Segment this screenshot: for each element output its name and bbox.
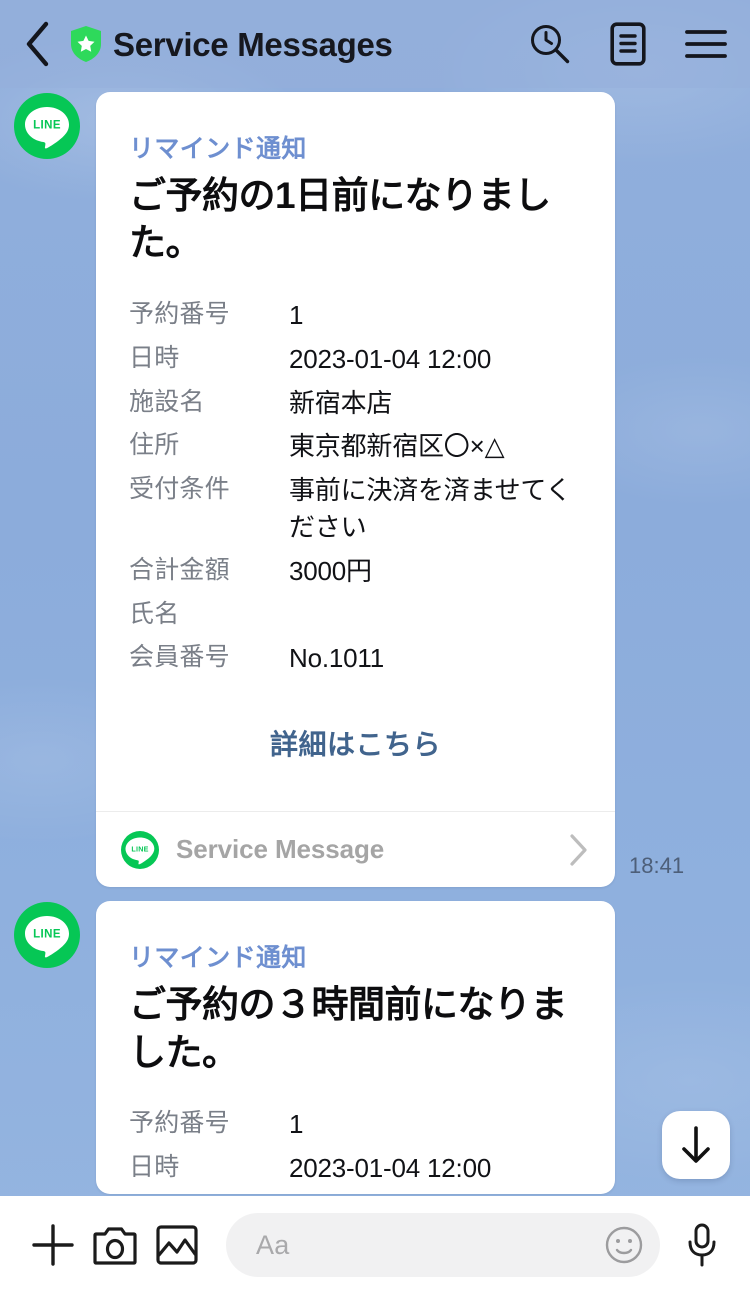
message-input-placeholder: Aa	[256, 1229, 290, 1260]
details-link[interactable]: 詳細はこちら	[270, 729, 441, 760]
gallery-button[interactable]	[146, 1214, 208, 1276]
chevron-left-icon	[26, 21, 49, 67]
search-clock-icon	[531, 25, 570, 64]
detail-label: 予約番号	[129, 1109, 230, 1138]
page-title: Service Messages	[113, 25, 393, 63]
message-composer-toolbar: Aa	[0, 1196, 750, 1294]
card-footer-label: Service Message	[176, 834, 385, 865]
note-list-icon	[610, 22, 646, 66]
detail-value: 事前に決済を済ませてください	[289, 475, 572, 543]
microphone-icon	[688, 1223, 716, 1267]
detail-label: 日時	[129, 343, 180, 372]
detail-row: 施設名 新宿本店	[129, 385, 582, 422]
card-body: リマインド通知 ご予約の1日前になりました。 予約番号 1 日時 2023-01…	[96, 92, 615, 811]
add-attachment-button[interactable]	[22, 1214, 84, 1276]
detail-row: 合計金額 3000円	[129, 553, 582, 590]
detail-label: 日時	[129, 1153, 180, 1182]
svg-text:LINE: LINE	[33, 929, 61, 941]
avatar[interactable]: LINE	[14, 902, 80, 969]
message-input[interactable]: Aa	[226, 1213, 660, 1277]
shield-star-icon	[68, 24, 104, 64]
detail-row: 受付条件 事前に決済を済ませてください	[129, 472, 582, 546]
card-headline: ご予約の1日前になりました。	[129, 175, 551, 264]
svg-text:LINE: LINE	[33, 120, 61, 132]
detail-label: 氏名	[129, 600, 180, 629]
plus-icon	[32, 1224, 74, 1266]
arrow-down-icon	[682, 1126, 710, 1163]
camera-button[interactable]	[84, 1214, 146, 1276]
chat-message-list[interactable]: LINE リマインド通知 ご予約の1日前になりました。 予約番号 1 日時 20…	[0, 88, 750, 1196]
detail-value: 東京都新宿区〇×△	[289, 431, 505, 462]
message-bubble-wrap: リマインド通知 ご予約の1日前になりました。 予約番号 1 日時 2023-01…	[80, 92, 685, 888]
chat-message: LINE リマインド通知 ご予約の３時間前になりました。 予約番号 1 日時 2…	[0, 901, 750, 1194]
app-header: Service Messages	[0, 0, 750, 88]
detail-value: 2023-01-04 12:00	[289, 1153, 492, 1184]
search-button[interactable]	[528, 21, 572, 67]
detail-value: 1	[289, 1109, 304, 1140]
card-kicker: リマインド通知	[129, 135, 307, 163]
card-cta-wrap: 詳細はこちら	[129, 683, 582, 811]
voice-message-button[interactable]	[674, 1214, 730, 1276]
card-kicker: リマインド通知	[129, 944, 307, 973]
emoji-button[interactable]	[602, 1223, 646, 1267]
card-footer[interactable]: LINE Service Message	[96, 811, 615, 887]
chevron-right-glyph	[570, 834, 587, 866]
avatar[interactable]: LINE	[14, 93, 80, 159]
notes-button[interactable]	[606, 21, 650, 67]
detail-row: 予約番号 1	[129, 1106, 582, 1143]
detail-value: 2023-01-04 12:00	[289, 343, 492, 374]
card-headline: ご予約の３時間前になりました。	[129, 984, 568, 1073]
detail-label: 合計金額	[129, 556, 230, 585]
detail-value: 新宿本店	[289, 387, 393, 418]
detail-value: No.1011	[289, 642, 384, 673]
detail-row: 日時 2023-01-04 12:00	[129, 1150, 582, 1187]
svg-text:LINE: LINE	[131, 845, 148, 854]
detail-label: 受付条件	[129, 475, 230, 504]
detail-row: 住所 東京都新宿区〇×△	[129, 428, 582, 465]
reservation-details: 予約番号 1 日時 2023-01-04 12:00	[129, 1106, 582, 1187]
message-timestamp: 18:41	[629, 853, 685, 879]
menu-button[interactable]	[684, 21, 728, 67]
line-logo-icon: LINE	[25, 916, 69, 958]
detail-row: 会員番号 No.1011	[129, 640, 582, 677]
header-actions	[528, 21, 728, 67]
reservation-details: 予約番号 1 日時 2023-01-04 12:00 施設名 新宿本店 住所 東…	[129, 297, 582, 677]
image-icon	[156, 1225, 198, 1265]
chevron-right-icon[interactable]	[567, 833, 593, 867]
shield-star-glyph	[71, 26, 101, 62]
line-logo-icon: LINE	[25, 107, 69, 149]
detail-value: 1	[289, 299, 304, 330]
message-bubble-wrap: リマインド通知 ご予約の３時間前になりました。 予約番号 1 日時 2023-0…	[80, 901, 615, 1194]
chat-message: LINE リマインド通知 ご予約の1日前になりました。 予約番号 1 日時 20…	[0, 92, 750, 888]
detail-label: 住所	[129, 431, 180, 460]
detail-row: 日時 2023-01-04 12:00	[129, 341, 582, 378]
back-button[interactable]	[24, 19, 68, 69]
detail-row: 氏名	[129, 597, 582, 633]
line-logo-small-icon: LINE	[121, 830, 159, 869]
detail-row: 予約番号 1	[129, 297, 582, 334]
scroll-to-bottom-button[interactable]	[662, 1111, 730, 1179]
service-message-card[interactable]: リマインド通知 ご予約の３時間前になりました。 予約番号 1 日時 2023-0…	[96, 901, 615, 1194]
detail-label: 予約番号	[129, 299, 230, 328]
card-body: リマインド通知 ご予約の３時間前になりました。 予約番号 1 日時 2023-0…	[96, 901, 615, 1187]
detail-label: 施設名	[129, 387, 205, 416]
service-message-card[interactable]: リマインド通知 ご予約の1日前になりました。 予約番号 1 日時 2023-01…	[96, 92, 615, 888]
hamburger-menu-icon	[685, 30, 727, 58]
detail-value: 3000円	[289, 556, 372, 587]
smiley-icon	[605, 1226, 643, 1264]
line-badge-icon: LINE	[120, 830, 160, 870]
camera-icon	[93, 1227, 137, 1265]
detail-label: 会員番号	[129, 642, 230, 671]
